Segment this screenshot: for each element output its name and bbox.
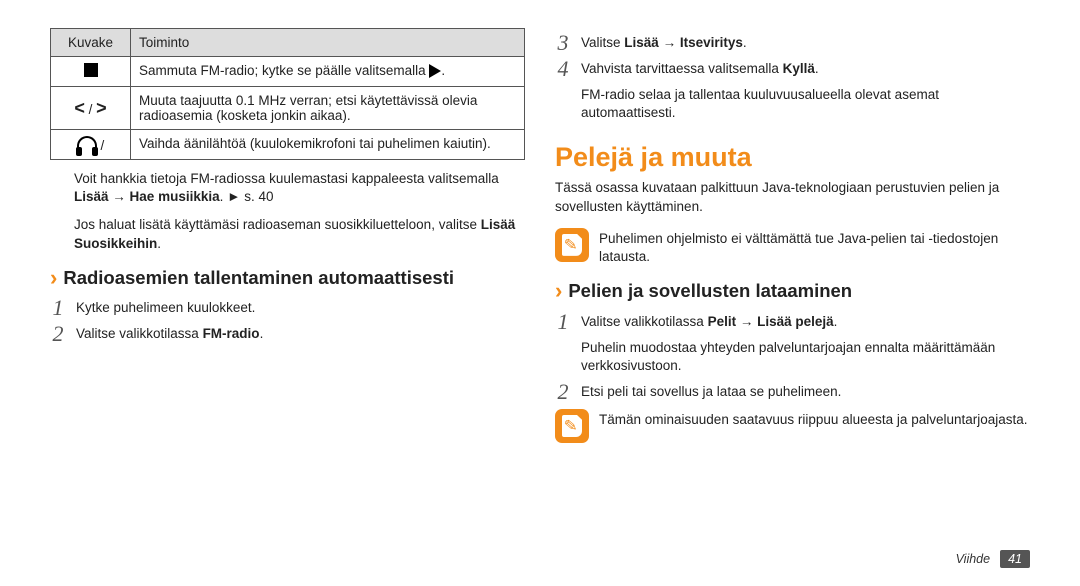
row1-text: Sammuta FM-radio; kytke se päälle valits… (131, 57, 525, 87)
step-item: 2 Etsi peli tai sovellus ja lataa se puh… (555, 381, 1030, 403)
page-number: 41 (1000, 550, 1030, 568)
footer-section: Viihde (956, 552, 991, 566)
step-number-2: 2 (50, 323, 66, 345)
table-row: / Vaihda äänilähtöä (kuulokemikrofoni ta… (51, 130, 525, 160)
subheading-auto-save: › Radioasemien tallentaminen automaattis… (50, 267, 525, 289)
note: Puhelimen ohjelmisto ei välttämättä tue … (555, 228, 1030, 266)
col-header-function: Toiminto (131, 29, 525, 57)
note: Tämän ominaisuuden saatavuus riippuu alu… (555, 409, 1030, 443)
section-title-games: Pelejä ja muuta (555, 142, 1030, 173)
note-icon (555, 409, 589, 443)
step-item: 2 Valitse valikkotilassa FM-radio. (50, 323, 525, 345)
headphones-icon: / (51, 130, 131, 160)
table-row: < / > Muuta taajuutta 0.1 MHz verran; et… (51, 87, 525, 130)
step-item: 1 Valitse valikkotilassa Pelit → Lisää p… (555, 311, 1030, 333)
stop-icon (51, 57, 131, 87)
prev-next-icon: < / > (51, 87, 131, 130)
info-paragraph: Jos haluat lisätä käyttämäsi radioaseman… (74, 216, 525, 252)
step-after-text: Puhelin muodostaa yhteyden palveluntarjo… (581, 339, 1030, 375)
row3-text: Vaihda äänilähtöä (kuulokemikrofoni tai … (131, 130, 525, 160)
step-number-1: 1 (555, 311, 571, 333)
col-header-icon: Kuvake (51, 29, 131, 57)
icon-function-table: Kuvake Toiminto Sammuta FM-radio; kytke … (50, 28, 525, 160)
chevron-icon: › (50, 267, 57, 289)
step-item: 1 Kytke puhelimeen kuulokkeet. (50, 297, 525, 319)
step-number-3: 3 (555, 32, 571, 54)
step-after-text: FM-radio selaa ja tallentaa kuuluvuusalu… (581, 86, 1030, 122)
note-icon (555, 228, 589, 262)
page-footer: Viihde 41 (956, 550, 1030, 568)
info-paragraph: Voit hankkia tietoja FM-radiossa kuulema… (74, 170, 525, 206)
step-number-4: 4 (555, 58, 571, 80)
step-number-1: 1 (50, 297, 66, 319)
subheading-download: › Pelien ja sovellusten lataaminen (555, 280, 1030, 302)
table-row: Sammuta FM-radio; kytke se päälle valits… (51, 57, 525, 87)
step-item: 4 Vahvista tarvittaessa valitsemalla Kyl… (555, 58, 1030, 80)
section-description: Tässä osassa kuvataan palkittuun Java-te… (555, 179, 1030, 215)
step-item: 3 Valitse Lisää → Itseviritys. (555, 32, 1030, 54)
chevron-icon: › (555, 280, 562, 302)
play-icon (429, 64, 441, 78)
step-number-2: 2 (555, 381, 571, 403)
row2-text: Muuta taajuutta 0.1 MHz verran; etsi käy… (131, 87, 525, 130)
